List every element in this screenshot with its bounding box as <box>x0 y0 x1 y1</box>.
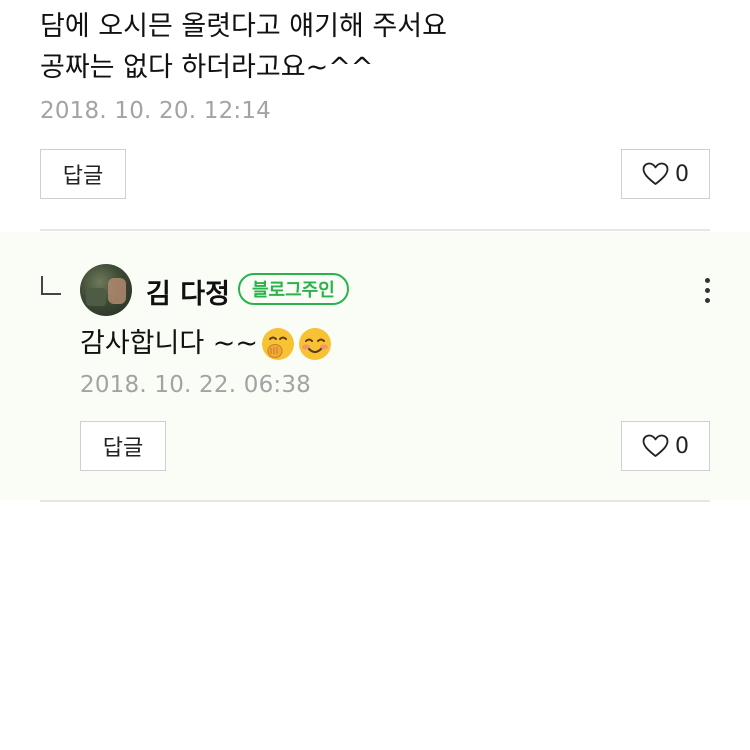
more-options-button[interactable] <box>698 276 718 306</box>
comment-timestamp: 2018. 10. 20. 12:14 <box>40 98 272 124</box>
comment-body: 담에 오시믄 올렷다고 얘기해 주서요 공짜는 없다 하더라고요~^^ <box>40 6 720 88</box>
reply-button[interactable]: 답글 <box>80 421 166 471</box>
comment-line: 담에 오시믄 올렷다고 얘기해 주서요 <box>40 11 447 42</box>
hand-over-mouth-emoji-icon <box>262 328 295 360</box>
comment: 담에 오시믄 올렷다고 얘기해 주서요 공짜는 없다 하더라고요~^^ 2018… <box>0 0 750 230</box>
heart-icon <box>642 162 669 185</box>
divider <box>40 500 710 502</box>
blog-owner-badge: 블로그주인 <box>238 273 349 305</box>
smiling-blush-emoji-icon <box>299 328 332 360</box>
like-count: 0 <box>675 161 689 187</box>
like-button[interactable]: 0 <box>621 149 710 199</box>
comment-line: 공짜는 없다 하더라고요~^^ <box>40 52 374 83</box>
reply-timestamp: 2018. 10. 22. 06:38 <box>80 372 312 398</box>
reply-button[interactable]: 답글 <box>40 149 126 199</box>
reply-button-label: 답글 <box>102 436 144 461</box>
divider <box>40 229 710 231</box>
reply-arrow-icon <box>41 276 61 295</box>
reply-button-label: 답글 <box>62 164 104 189</box>
like-button[interactable]: 0 <box>621 421 710 471</box>
reply-comment: 김 다정 블로그주인 감사합니다 ~~ 2018. 10. 22. 06:38 … <box>0 232 750 500</box>
reply-author[interactable]: 김 다정 <box>146 272 230 311</box>
avatar[interactable] <box>80 264 132 316</box>
reply-body: 감사합니다 ~~ <box>80 324 332 364</box>
like-count: 0 <box>675 433 689 459</box>
heart-icon <box>642 434 669 457</box>
comment-thread: 담에 오시믄 올렷다고 얘기해 주서요 공짜는 없다 하더라고요~^^ 2018… <box>0 0 750 750</box>
reply-text: 감사합니다 ~~ <box>80 328 259 359</box>
